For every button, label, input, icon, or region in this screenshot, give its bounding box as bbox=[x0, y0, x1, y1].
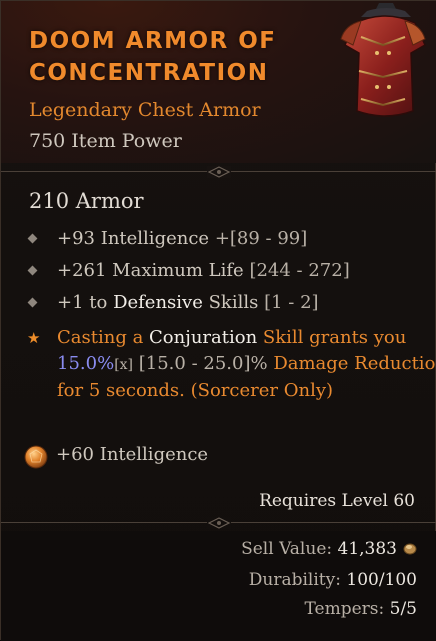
durability-value: 100/100 bbox=[346, 570, 417, 590]
item-title-line2: CONCENTRATION bbox=[29, 60, 269, 86]
sell-value-label: Sell Value: bbox=[241, 539, 338, 559]
amber-gem-icon bbox=[24, 445, 48, 469]
tempers-label: Tempers: bbox=[304, 599, 390, 619]
affix-bullet-icon bbox=[27, 297, 38, 308]
durability-label: Durability: bbox=[248, 570, 347, 590]
item-power: 750 Item Power bbox=[29, 130, 182, 152]
divider-ornament-icon bbox=[207, 517, 231, 529]
affix-keyword: Defensive bbox=[113, 292, 203, 313]
sell-value: Sell Value: 41,383 bbox=[241, 539, 417, 559]
affix-range: +[89 - 99] bbox=[214, 228, 308, 249]
affix-suffix: Skills bbox=[202, 292, 259, 313]
level-requirement: Requires Level 60 bbox=[259, 491, 415, 511]
affix-bullet-icon bbox=[27, 265, 38, 276]
sell-value-amount: 41,383 bbox=[337, 539, 397, 559]
aspect-range: [15.0 - 25.0]% bbox=[138, 353, 268, 374]
aspect-keyword: Conjuration bbox=[149, 327, 258, 348]
chest-armor-icon bbox=[340, 3, 426, 117]
tempers: Tempers: 5/5 bbox=[305, 599, 417, 619]
affix-value: +93 Intelligence bbox=[57, 228, 210, 249]
gold-coin-icon bbox=[403, 543, 417, 555]
durability: Durability: 100/100 bbox=[249, 570, 417, 590]
aspect-value: 15.0% bbox=[57, 353, 115, 374]
affix-bullet-icon bbox=[27, 233, 38, 244]
affix-prefix: +1 to bbox=[57, 292, 114, 313]
affix-value: +261 Maximum Life bbox=[57, 260, 244, 281]
tempers-value: 5/5 bbox=[389, 599, 417, 619]
item-title: DOOM ARMOR OF CONCENTRATION bbox=[29, 25, 329, 89]
affix-range: [244 - 272] bbox=[249, 260, 350, 281]
section-divider bbox=[1, 517, 436, 529]
armor-value: 210 Armor bbox=[29, 189, 144, 213]
aspect-part1: Casting a bbox=[57, 327, 150, 348]
item-type: Legendary Chest Armor bbox=[29, 99, 261, 121]
tooltip-footer: Sell Value: 41,383 Durability: 100/100 T… bbox=[1, 531, 436, 641]
tooltip-header: DOOM ARMOR OF CONCENTRATION Legendary Ch… bbox=[1, 1, 436, 163]
star-icon: ★ bbox=[27, 329, 41, 347]
socket-text: +60 Intelligence bbox=[56, 444, 209, 465]
section-divider bbox=[1, 166, 436, 178]
item-tooltip: DOOM ARMOR OF CONCENTRATION Legendary Ch… bbox=[0, 0, 436, 641]
aspect-part2: Skill grants you bbox=[257, 327, 407, 348]
aspect-multiplier: [x] bbox=[114, 357, 134, 373]
item-title-line1: DOOM ARMOR OF bbox=[29, 28, 277, 54]
divider-ornament-icon bbox=[207, 166, 231, 178]
affix-range: [1 - 2] bbox=[264, 292, 319, 313]
